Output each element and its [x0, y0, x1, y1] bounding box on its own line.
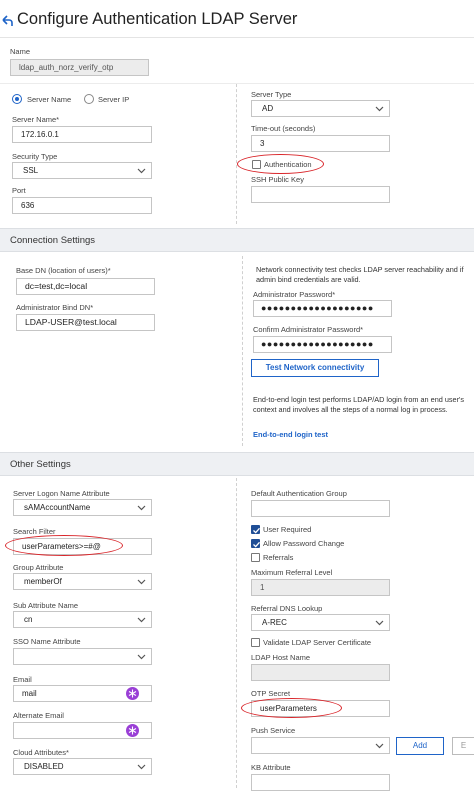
server-name-radio-label: Server Name — [27, 95, 72, 104]
chevron-down-icon — [137, 579, 146, 585]
key-icon[interactable] — [126, 724, 139, 737]
chevron-down-icon — [375, 743, 384, 749]
server-ip-radio[interactable] — [84, 94, 94, 104]
user-required-label: User Required — [263, 525, 312, 534]
referral-dns-select[interactable]: A-REC — [251, 614, 390, 631]
chevron-down-icon — [137, 617, 146, 623]
check-icon — [253, 541, 260, 548]
chevron-down-icon — [137, 654, 146, 660]
admin-bind-label: Administrator Bind DN* — [16, 303, 94, 312]
general-column-divider — [236, 84, 237, 224]
email-label: Email — [13, 675, 32, 684]
group-attr-select[interactable]: memberOf — [13, 573, 152, 590]
confirm-password-label: Confirm Administrator Password* — [253, 325, 364, 334]
other-settings-header: Other Settings — [0, 452, 474, 476]
other-column-divider — [236, 478, 237, 788]
referral-dns-label: Referral DNS Lookup — [251, 604, 323, 613]
referrals-label: Referrals — [263, 553, 294, 562]
group-attr-label: Group Attribute — [13, 563, 64, 572]
timeout-input[interactable]: 3 — [251, 135, 390, 152]
default-group-label: Default Authentication Group — [251, 489, 347, 498]
check-icon — [253, 527, 260, 534]
edit-push-service-button[interactable]: E — [452, 737, 474, 755]
security-type-select[interactable]: SSL — [12, 162, 152, 179]
alt-email-label: Alternate Email — [13, 711, 64, 720]
sub-attr-label: Sub Attribute Name — [13, 601, 79, 610]
security-type-label: Security Type — [12, 152, 58, 161]
logon-attr-value: sAMAccountName — [24, 503, 91, 512]
server-ip-radio-label: Server IP — [98, 95, 130, 104]
cloud-attr-select[interactable]: DISABLED — [13, 758, 152, 775]
referrals-checkbox[interactable] — [251, 553, 260, 562]
sso-attr-select[interactable] — [13, 648, 152, 665]
connection-column-divider — [242, 256, 243, 446]
add-push-service-button[interactable]: Add — [396, 737, 444, 755]
e2e-login-test-link[interactable]: End-to-end login test — [253, 430, 328, 439]
chevron-down-icon — [137, 764, 146, 770]
allow-password-change-label: Allow Password Change — [263, 539, 345, 548]
ssh-key-label: SSH Public Key — [251, 175, 304, 184]
ldap-host-label: LDAP Host Name — [251, 653, 311, 662]
connection-settings-title: Connection Settings — [10, 235, 96, 246]
allow-password-change-checkbox[interactable] — [251, 539, 260, 548]
validate-cert-label: Validate LDAP Server Certificate — [263, 638, 372, 647]
max-referral-label: Maximum Referral Level — [251, 568, 333, 577]
push-service-select[interactable] — [251, 737, 390, 754]
ldap-host-input[interactable] — [251, 664, 390, 681]
group-attr-value: memberOf — [24, 577, 62, 586]
timeout-label: Time-out (seconds) — [251, 124, 316, 133]
cloud-attr-label: Cloud Attributes* — [13, 748, 69, 757]
base-dn-label: Base DN (location of users)* — [16, 266, 111, 275]
name-field: ldap_auth_norz_verify_otp — [10, 59, 149, 76]
chevron-down-icon — [375, 620, 384, 626]
otp-secret-highlight — [241, 698, 342, 718]
authentication-highlight — [237, 154, 324, 174]
e2e-note: End-to-end login test performs LDAP/AD l… — [253, 395, 465, 414]
cloud-attr-value: DISABLED — [24, 762, 64, 771]
server-name-radio[interactable] — [12, 94, 22, 104]
page-title: Configure Authentication LDAP Server — [17, 10, 298, 28]
back-arrow-icon[interactable] — [0, 12, 14, 28]
sub-attr-value: cn — [24, 615, 33, 624]
header-divider — [0, 37, 474, 38]
other-settings-title: Other Settings — [10, 459, 71, 470]
admin-password-label: Administrator Password* — [253, 290, 336, 299]
default-group-input[interactable] — [251, 500, 390, 517]
base-dn-input[interactable]: dc=test,dc=local — [16, 278, 155, 295]
test-network-connectivity-button[interactable]: Test Network connectivity — [251, 359, 379, 377]
admin-password-input[interactable]: ●●●●●●●●●●●●●●●●●●● — [253, 300, 392, 317]
referral-dns-value: A-REC — [262, 618, 287, 627]
logon-attr-select[interactable]: sAMAccountName — [13, 499, 152, 516]
ssh-key-input[interactable] — [251, 186, 390, 203]
user-required-checkbox[interactable] — [251, 525, 260, 534]
kb-attr-label: KB Attribute — [251, 763, 291, 772]
security-type-value: SSL — [23, 166, 39, 175]
max-referral-input[interactable]: 1 — [251, 579, 390, 596]
key-icon[interactable] — [126, 687, 139, 700]
port-input[interactable]: 636 — [12, 197, 152, 214]
server-name-label: Server Name* — [12, 115, 60, 124]
search-filter-highlight — [5, 535, 123, 556]
chevron-down-icon — [375, 106, 384, 112]
server-type-value: AD — [262, 104, 274, 113]
connectivity-note: Network connectivity test checks LDAP se… — [256, 265, 464, 284]
sub-attr-select[interactable]: cn — [13, 611, 152, 628]
name-label: Name — [10, 47, 31, 56]
logon-attr-label: Server Logon Name Attribute — [13, 489, 110, 498]
port-label: Port — [12, 186, 26, 195]
server-type-select[interactable]: AD — [251, 100, 390, 117]
kb-attr-input[interactable] — [251, 774, 390, 791]
validate-cert-checkbox[interactable] — [251, 638, 260, 647]
sso-attr-label: SSO Name Attribute — [13, 637, 81, 646]
chevron-down-icon — [137, 505, 146, 511]
admin-bind-input[interactable]: LDAP-USER@test.local — [16, 314, 155, 331]
connection-settings-header: Connection Settings — [0, 228, 474, 252]
general-divider — [0, 83, 474, 84]
server-name-input[interactable]: 172.16.0.1 — [12, 126, 152, 143]
confirm-password-input[interactable]: ●●●●●●●●●●●●●●●●●●● — [253, 336, 392, 353]
push-service-label: Push Service — [251, 726, 296, 735]
chevron-down-icon — [137, 168, 146, 174]
otp-secret-label: OTP Secret — [251, 689, 291, 698]
server-type-label: Server Type — [251, 90, 292, 99]
